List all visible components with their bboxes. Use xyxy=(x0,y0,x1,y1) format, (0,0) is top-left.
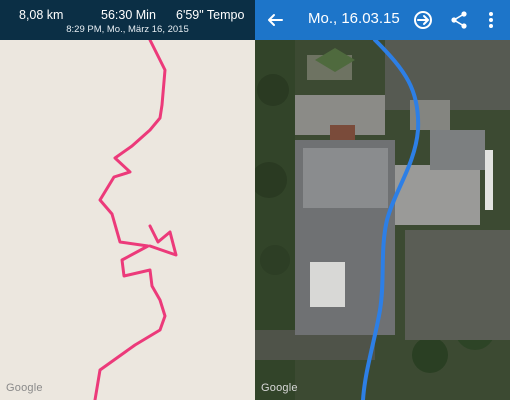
route-map[interactable] xyxy=(0,0,255,400)
tree xyxy=(257,74,289,106)
solar-panel-roof xyxy=(430,130,485,170)
cycle-icon[interactable] xyxy=(412,9,434,31)
google-attribution: Google xyxy=(6,382,43,394)
tree xyxy=(412,337,448,373)
stats-header: 8,08 km 56:30 Min 6'59" Tempo 8:29 PM, M… xyxy=(0,0,255,40)
roof-section xyxy=(303,148,388,208)
more-vert-icon[interactable] xyxy=(480,9,502,31)
building xyxy=(485,150,493,210)
app-bar: Mo., 16.03.15 xyxy=(255,0,510,40)
satellite-map-panel: Mo., 16.03.15 Google xyxy=(255,0,510,400)
tree xyxy=(260,245,290,275)
parking-lot xyxy=(405,230,510,340)
route-map-panel: 8,08 km 56:30 Min 6'59" Tempo 8:29 PM, M… xyxy=(0,0,255,400)
activity-date-title: Mo., 16.03.15 xyxy=(308,10,400,27)
pace-value: 6'59" Tempo xyxy=(176,8,245,22)
distance-value: 8,08 km xyxy=(19,8,64,22)
activity-datetime: 8:29 PM, Mo., März 16, 2015 xyxy=(66,24,189,35)
google-attribution: Google xyxy=(261,382,298,394)
map-background xyxy=(0,40,255,400)
duration-value: 56:30 Min xyxy=(101,8,156,22)
satellite-map[interactable] xyxy=(255,0,510,400)
roof-section xyxy=(310,262,345,307)
share-icon[interactable] xyxy=(448,9,470,31)
back-arrow-icon[interactable] xyxy=(265,10,285,30)
